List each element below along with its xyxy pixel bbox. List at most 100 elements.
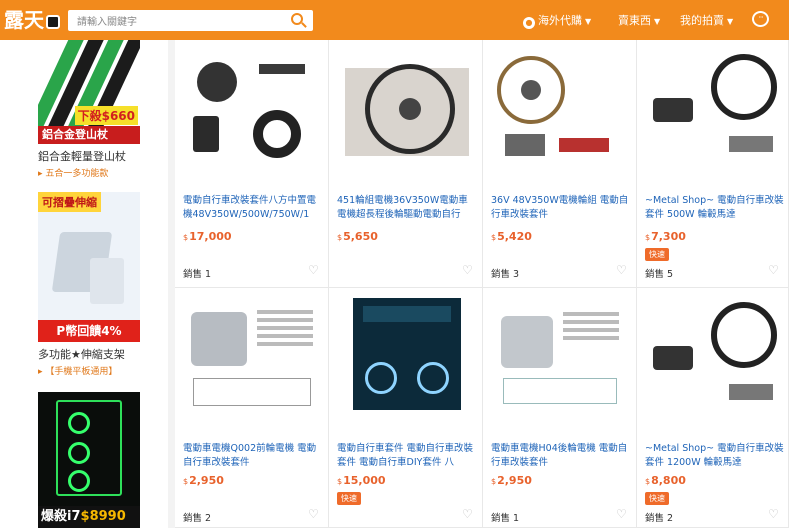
product-price: $7,300 bbox=[645, 230, 686, 243]
product-graphic bbox=[193, 116, 219, 152]
product-image[interactable] bbox=[491, 50, 629, 162]
ad-banner-text: P幣回饋4% bbox=[38, 320, 140, 342]
product-graphic bbox=[559, 138, 609, 152]
product-price: $5,420 bbox=[491, 230, 532, 243]
heart-icon[interactable]: ♡ bbox=[308, 264, 320, 276]
product-graphic bbox=[729, 136, 773, 152]
ad-banner-text: 爆殺i7$8990 bbox=[38, 506, 140, 528]
product-title[interactable]: 電動自行車改裝套件八方中置電機48V350W/500W/750W/1 bbox=[183, 194, 323, 222]
heart-icon[interactable]: ♡ bbox=[462, 264, 474, 276]
chevron-down-icon: ▼ bbox=[654, 17, 661, 26]
nav-overseas-label: 海外代購 bbox=[538, 14, 582, 27]
ad-banner-text: 鋁合金登山杖 bbox=[38, 126, 140, 144]
ad-graphic bbox=[68, 470, 90, 492]
product-card[interactable]: 36V 48V350W電機輪組 電動自行車改裝套件 $5,420 銷售 3 ♡ bbox=[483, 40, 637, 288]
product-title[interactable]: 電動車電機Q002前輪電機 電動自行車改裝套件 bbox=[183, 442, 323, 470]
ad-title[interactable]: 鋁合金輕量登山杖 bbox=[38, 148, 140, 164]
chevron-down-icon: ▼ bbox=[585, 17, 592, 26]
sidebar-ads: 下殺$660 鋁合金登山杖 鋁合金輕量登山杖 ▸ 五合一多功能款 可摺疊伸縮 P… bbox=[0, 40, 168, 528]
product-image[interactable] bbox=[491, 298, 629, 410]
ad-subtitle: ▸ 【手機平板通用】 bbox=[38, 367, 118, 377]
product-price: $2,950 bbox=[183, 474, 224, 487]
currency-symbol: $ bbox=[645, 477, 651, 486]
logo-mark bbox=[46, 14, 60, 29]
nav-my-auction[interactable]: 我的拍賣 ▼ bbox=[680, 12, 733, 28]
ad-banner-prefix: 爆殺 bbox=[41, 509, 68, 524]
product-image[interactable] bbox=[353, 298, 461, 410]
heart-icon[interactable]: ♡ bbox=[768, 264, 780, 276]
product-graphic bbox=[501, 316, 553, 368]
product-title[interactable]: 電動車電機H04後輪電機 電動自行車改裝套件 bbox=[491, 442, 631, 470]
product-title[interactable]: 電動自行車套件 電動自行車改裝套件 電動自行車DIY套件 八 bbox=[337, 442, 477, 470]
chat-icon[interactable]: ··· bbox=[752, 11, 769, 27]
product-sold-count: 銷售 1 bbox=[491, 513, 520, 524]
product-graphic bbox=[365, 362, 397, 394]
ad-graphic bbox=[68, 442, 90, 464]
ad-promo-badge: 下殺$660 bbox=[74, 106, 138, 125]
product-graphic bbox=[363, 306, 451, 322]
ad-title[interactable]: 多功能★伸縮支架 bbox=[38, 346, 140, 362]
product-graphic bbox=[193, 378, 311, 406]
heart-icon[interactable]: ♡ bbox=[462, 508, 474, 520]
product-price: $2,950 bbox=[491, 474, 532, 487]
search-box[interactable]: 請輸入關鍵字 bbox=[68, 10, 313, 31]
product-image[interactable] bbox=[645, 298, 783, 410]
product-card[interactable]: 電動自行車改裝套件八方中置電機48V350W/500W/750W/1 $17,0… bbox=[175, 40, 329, 288]
product-card[interactable]: 電動車電機H04後輪電機 電動自行車改裝套件 $2,950 銷售 1 ♡ bbox=[483, 288, 637, 528]
sidebar-ad-phone-stand[interactable]: 可摺疊伸縮 P幣回饋4% 多功能★伸縮支架 ▸ 【手機平板通用】 bbox=[38, 192, 140, 377]
product-image[interactable] bbox=[183, 50, 321, 162]
price-value: 2,950 bbox=[189, 474, 224, 487]
search-input[interactable]: 請輸入關鍵字 bbox=[77, 13, 137, 28]
product-graphic bbox=[503, 378, 617, 404]
product-price: $17,000 bbox=[183, 230, 232, 243]
globe-icon: ● bbox=[523, 17, 535, 29]
product-card[interactable]: 電動車電機Q002前輪電機 電動自行車改裝套件 $2,950 銷售 2 ♡ bbox=[175, 288, 329, 528]
product-price: $5,650 bbox=[337, 230, 378, 243]
product-card[interactable]: ~Metal Shop~ 電動自行車改裝套件 500W 輪轂馬達 $7,300 … bbox=[637, 40, 789, 288]
product-title[interactable]: 36V 48V350W電機輪組 電動自行車改裝套件 bbox=[491, 194, 631, 222]
top-bar: 露天 請輸入關鍵字 ● 海外代購 ▼ 賣東西 ▼ 我的拍賣 ▼ ··· bbox=[0, 0, 789, 40]
ad-banner-model: i7 bbox=[67, 509, 81, 524]
product-sold-count: 銷售 5 bbox=[645, 269, 674, 280]
product-title[interactable]: ~Metal Shop~ 電動自行車改裝套件 500W 輪轂馬達 bbox=[645, 194, 785, 222]
product-graphic bbox=[653, 346, 693, 370]
fast-shipping-badge: 快速 bbox=[337, 492, 361, 505]
product-image[interactable] bbox=[645, 50, 783, 162]
sidebar-ad-trekking-pole[interactable]: 下殺$660 鋁合金登山杖 鋁合金輕量登山杖 ▸ 五合一多功能款 bbox=[38, 40, 140, 179]
product-price: $8,800 bbox=[645, 474, 686, 487]
product-card[interactable]: 電動自行車套件 電動自行車改裝套件 電動自行車DIY套件 八 $15,000 快… bbox=[329, 288, 483, 528]
price-value: 17,000 bbox=[189, 230, 232, 243]
logo-text: 露天 bbox=[4, 8, 44, 32]
product-card[interactable]: 451輪組電機36V350W電動車電機超長程後輪驅動電動自行 $5,650 ♡ bbox=[329, 40, 483, 288]
sidebar-ad-pc-case[interactable]: 爆殺i7$8990 bbox=[38, 392, 140, 528]
product-title[interactable]: ~Metal Shop~ 電動自行車改裝套件 1200W 輪轂馬達 bbox=[645, 442, 785, 470]
ad-image[interactable]: 下殺$660 鋁合金登山杖 bbox=[38, 40, 140, 144]
heart-icon[interactable]: ♡ bbox=[308, 508, 320, 520]
product-title[interactable]: 451輪組電機36V350W電動車電機超長程後輪驅動電動自行 bbox=[337, 194, 477, 222]
product-card[interactable]: ~Metal Shop~ 電動自行車改裝套件 1200W 輪轂馬達 $8,800… bbox=[637, 288, 789, 528]
product-graphic bbox=[417, 362, 449, 394]
currency-symbol: $ bbox=[645, 233, 651, 242]
heart-icon[interactable]: ♡ bbox=[616, 264, 628, 276]
heart-icon[interactable]: ♡ bbox=[768, 508, 780, 520]
product-image[interactable] bbox=[183, 298, 321, 410]
currency-symbol: $ bbox=[491, 477, 497, 486]
search-icon[interactable] bbox=[291, 13, 303, 25]
product-price: $15,000 bbox=[337, 474, 386, 487]
price-value: 15,000 bbox=[343, 474, 386, 487]
nav-overseas[interactable]: ● 海外代購 ▼ bbox=[523, 12, 591, 29]
ad-subtitle: ▸ 五合一多功能款 bbox=[38, 169, 109, 179]
product-sold-count: 銷售 2 bbox=[645, 513, 674, 524]
ad-image[interactable]: 爆殺i7$8990 bbox=[38, 392, 140, 528]
site-logo[interactable]: 露天 bbox=[4, 8, 62, 32]
heart-icon[interactable]: ♡ bbox=[616, 508, 628, 520]
product-graphic bbox=[257, 310, 313, 314]
ad-graphic bbox=[68, 412, 90, 434]
nav-sell[interactable]: 賣東西 ▼ bbox=[618, 12, 660, 28]
product-graphic bbox=[653, 98, 693, 122]
currency-symbol: $ bbox=[183, 233, 189, 242]
ad-image[interactable]: 可摺疊伸縮 P幣回饋4% bbox=[38, 192, 140, 342]
product-image[interactable] bbox=[337, 50, 475, 162]
currency-symbol: $ bbox=[337, 233, 343, 242]
ad-graphic bbox=[90, 258, 124, 304]
